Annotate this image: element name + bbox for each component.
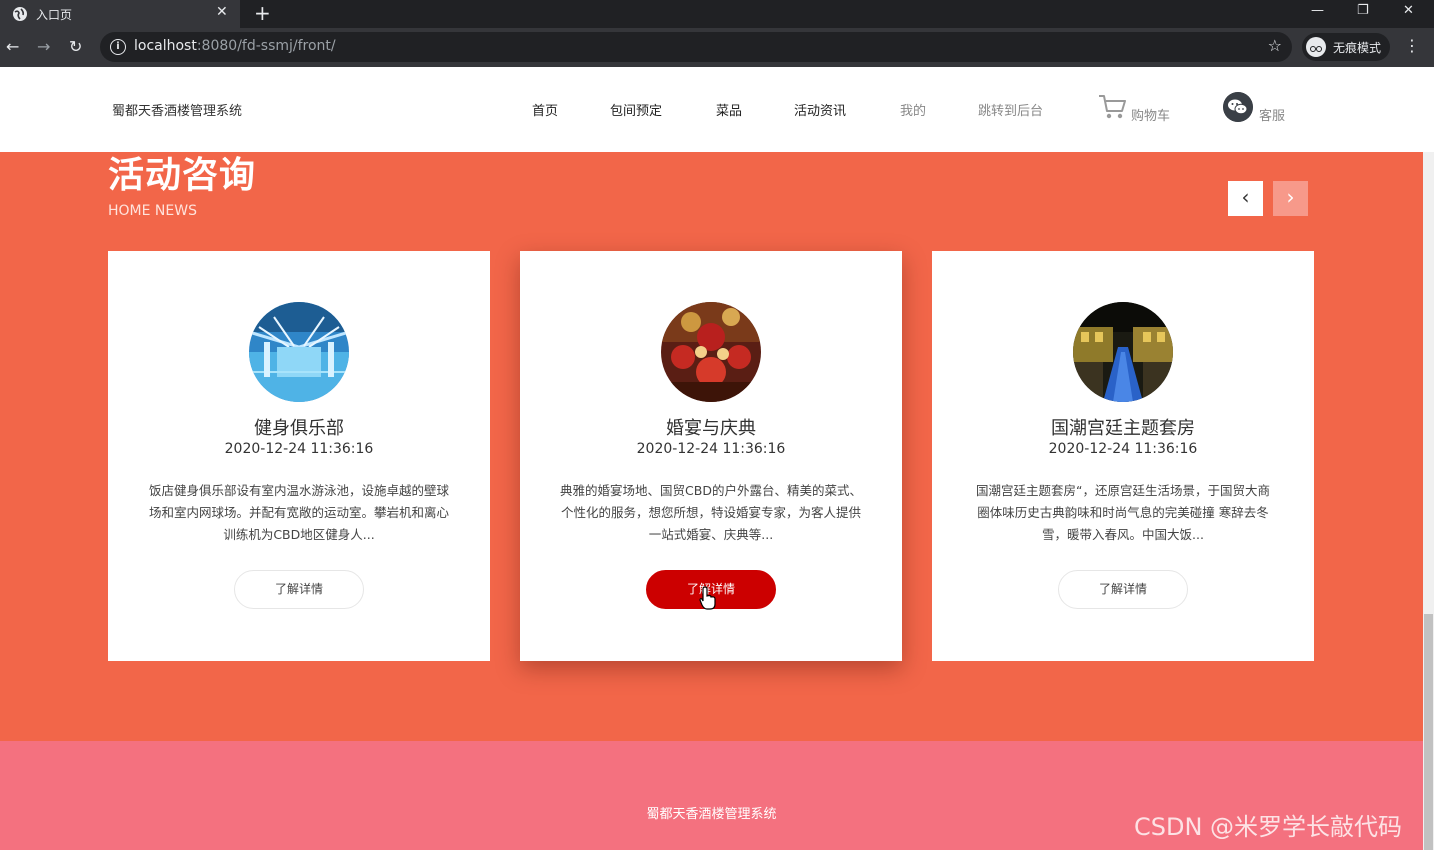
card-title: 婚宴与庆典 xyxy=(666,418,756,439)
card-date: 2020-12-24 11:36:16 xyxy=(636,441,786,457)
news-card-palace-suite[interactable]: 国潮宫廷主题套房 2020-12-24 11:36:16 国潮宫廷主题套房“，还… xyxy=(932,251,1314,661)
card-description: 典雅的婚宴场地、国贸CBD的户外露台、精美的菜式、个性化的服务，想您所想，特设婚… xyxy=(560,483,862,542)
forward-icon[interactable]: → xyxy=(37,37,50,56)
section-title: 活动咨询 xyxy=(108,155,257,196)
card-title: 国潮宫廷主题套房 xyxy=(1051,418,1195,439)
carousel-next-button[interactable]: › xyxy=(1273,181,1308,216)
page-scrollbar[interactable] xyxy=(1423,152,1434,850)
globe-icon xyxy=(13,7,27,21)
nav-admin[interactable]: 跳转到后台 xyxy=(978,100,1043,119)
card-date: 2020-12-24 11:36:16 xyxy=(224,441,374,457)
site-header: 蜀都天香酒楼管理系统 首页 包间预定 菜品 活动资讯 我的 跳转到后台 购物车 … xyxy=(0,67,1434,152)
address-bar[interactable]: i localhost:8080/fd-ssmj/front/ ☆ xyxy=(100,32,1292,62)
card-image-palace xyxy=(1073,302,1173,402)
card-image-pool xyxy=(249,302,349,402)
card-description: 饭店健身俱乐部设有室内温水游泳池，设施卓越的壁球场和室内网球场。并配有宽敞的运动… xyxy=(148,483,449,542)
url-path: :8080/fd-ssmj/front/ xyxy=(196,38,336,54)
browser-tab[interactable]: 入口页 ✕ xyxy=(0,0,240,28)
url-text: localhost:8080/fd-ssmj/front/ xyxy=(134,38,336,54)
browser-toolbar: ← → ↻ i localhost:8080/fd-ssmj/front/ ☆ … xyxy=(0,28,1434,67)
news-card-wedding[interactable]: 婚宴与庆典 2020-12-24 11:36:16 典雅的婚宴场地、国贸CBD的… xyxy=(520,251,902,661)
scrollbar-thumb[interactable] xyxy=(1424,614,1433,850)
card-date: 2020-12-24 11:36:16 xyxy=(1048,441,1198,457)
tab-title: 入口页 xyxy=(36,8,73,22)
cart-label[interactable]: 购物车 xyxy=(1131,105,1170,124)
nav-room-booking[interactable]: 包间预定 xyxy=(610,100,662,119)
url-host: localhost xyxy=(134,38,197,54)
card-title: 健身俱乐部 xyxy=(254,418,344,439)
nav-activity-news[interactable]: 活动资讯 xyxy=(794,100,846,119)
browser-tab-bar: 入口页 ✕ + — ❐ ✕ xyxy=(0,0,1434,28)
news-card-fitness[interactable]: 健身俱乐部 2020-12-24 11:36:16 饭店健身俱乐部设有室内温水游… xyxy=(108,251,490,661)
nav-mine[interactable]: 我的 xyxy=(900,100,926,119)
carousel-prev-button[interactable]: ‹ xyxy=(1228,181,1263,216)
browser-menu-icon[interactable]: ⋮ xyxy=(1404,36,1420,55)
wechat-service-icon[interactable] xyxy=(1223,92,1253,122)
section-subtitle: HOME NEWS xyxy=(108,203,197,219)
bookmark-star-icon[interactable]: ☆ xyxy=(1268,36,1282,55)
nav-dishes[interactable]: 菜品 xyxy=(716,100,742,119)
incognito-label: 无痕模式 xyxy=(1333,41,1382,55)
activity-section: 活动咨询 HOME NEWS ‹ › 健身俱乐部 2020-12-24 11:3… xyxy=(0,152,1423,741)
site-brand[interactable]: 蜀都天香酒楼管理系统 xyxy=(112,100,242,119)
watermark: CSDN @米罗学长敲代码 xyxy=(1134,813,1403,841)
service-label[interactable]: 客服 xyxy=(1259,105,1285,124)
card-details-button[interactable]: 了解详情 xyxy=(1058,570,1188,609)
incognito-indicator[interactable]: 无痕模式 xyxy=(1302,33,1390,61)
card-details-button[interactable]: 了解详情 xyxy=(234,570,364,609)
incognito-icon xyxy=(1306,37,1326,57)
hand-pointer-cursor-icon xyxy=(699,586,716,610)
minimize-icon[interactable]: — xyxy=(1311,3,1324,18)
card-description: 国潮宫廷主题套房“，还原宫廷生活场景，于国贸大商圈体味历史古典韵味和时尚气息的完… xyxy=(976,483,1270,542)
shopping-cart-icon[interactable] xyxy=(1098,94,1126,120)
card-image-banquet xyxy=(661,302,761,402)
window-close-icon[interactable]: ✕ xyxy=(1403,3,1414,18)
site-info-icon[interactable]: i xyxy=(110,39,126,55)
reload-icon[interactable]: ↻ xyxy=(69,37,82,56)
back-icon[interactable]: ← xyxy=(6,37,19,56)
new-tab-icon[interactable]: + xyxy=(254,1,271,25)
nav-home[interactable]: 首页 xyxy=(532,100,558,119)
restore-icon[interactable]: ❐ xyxy=(1357,3,1369,18)
tab-close-icon[interactable]: ✕ xyxy=(216,4,228,20)
